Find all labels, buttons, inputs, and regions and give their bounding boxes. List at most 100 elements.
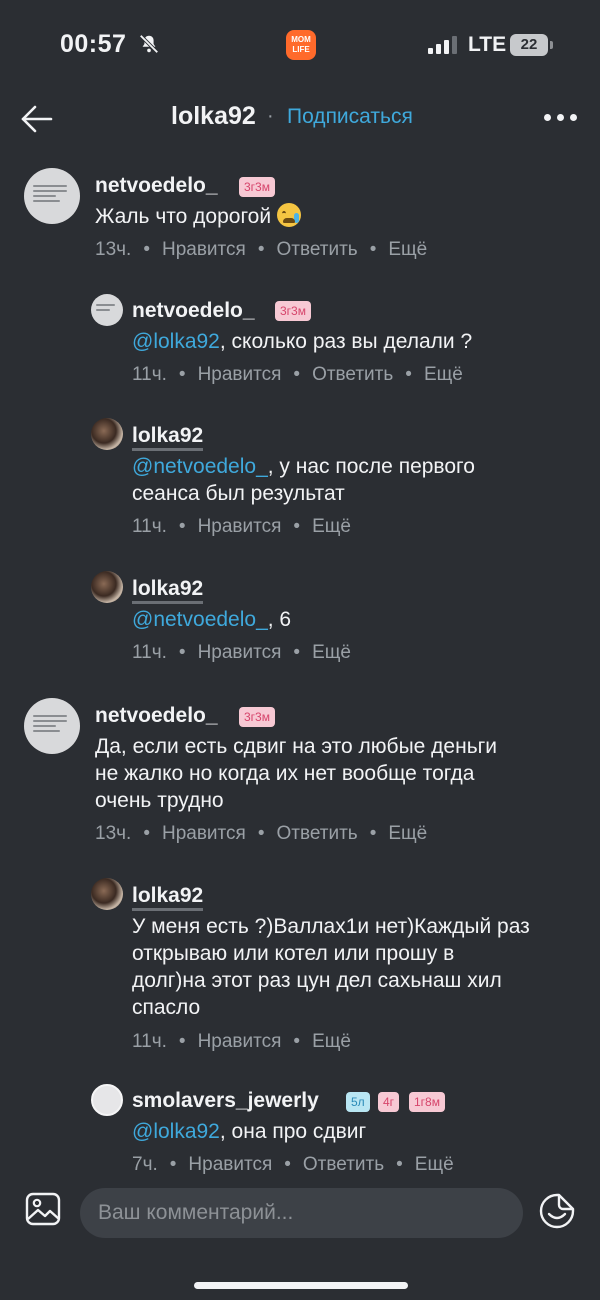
battery-tip <box>550 41 553 49</box>
comment-text-content: Жаль что дорогой <box>95 205 272 228</box>
comment-text: @lolka92, она про сдвиг <box>132 1118 366 1145</box>
comment-composer <box>0 1180 600 1300</box>
profile-title[interactable]: lolka92 <box>171 102 256 131</box>
comment-text-line: спасло <box>132 996 201 1019</box>
image-icon[interactable] <box>25 1192 61 1226</box>
comment-username[interactable]: lolka92 <box>132 884 204 911</box>
comment-text-content: , 6 <box>267 608 292 631</box>
comment-text: Да, если есть сдвиг на это любые деньги … <box>95 733 497 814</box>
like-button[interactable]: Нравится <box>198 516 282 537</box>
reply-button[interactable]: Ответить <box>312 364 393 385</box>
comment-text-line: Да, если есть сдвиг на это любые деньги <box>95 735 498 758</box>
comment-username[interactable]: smolavers_jewerly <box>132 1089 319 1113</box>
avatar[interactable] <box>91 418 123 450</box>
reply-button[interactable]: Ответить <box>276 823 357 844</box>
bell-slash-icon <box>139 34 159 54</box>
status-bar: 00:57 MOM LIFE LTE 22 <box>0 0 600 90</box>
status-badge: 3г3м <box>275 301 311 321</box>
comment-text-content: , сколько раз вы делали ? <box>219 330 473 353</box>
avatar[interactable] <box>91 1084 123 1116</box>
like-button[interactable]: Нравится <box>198 364 282 385</box>
status-badge: 5л <box>346 1092 370 1112</box>
subscribe-button[interactable]: Подписаться <box>287 105 413 129</box>
comment-text-content: , она про сдвиг <box>219 1120 367 1143</box>
avatar[interactable] <box>24 698 80 754</box>
battery-icon: 22 <box>510 34 548 56</box>
like-button[interactable]: Нравится <box>198 1031 282 1052</box>
more-dots-icon[interactable] <box>544 114 578 124</box>
more-button[interactable]: Ещё <box>415 1154 454 1175</box>
comment-input[interactable] <box>80 1188 523 1238</box>
avatar[interactable] <box>91 878 123 910</box>
more-button[interactable]: Ещё <box>312 1031 351 1052</box>
status-time: 00:57 <box>60 30 127 58</box>
comment-text-content: , у нас после первого <box>267 455 475 478</box>
comment: netvoedelo_ 3г3м Да, если есть сдвиг на … <box>0 690 600 855</box>
header: lolka92 · Подписаться <box>0 90 600 146</box>
comment-username[interactable]: netvoedelo_ <box>95 174 218 198</box>
comment-reply: lolka92 @netvoedelo_, у нас после первог… <box>0 410 600 550</box>
comment-meta: 7ч. • Нравится • Ответить • Ещё <box>132 1154 454 1175</box>
like-button[interactable]: Нравится <box>198 642 282 663</box>
like-button[interactable]: Нравится <box>162 823 246 844</box>
comment-time: 11ч. <box>132 1031 167 1052</box>
comment-time: 11ч. <box>132 364 167 385</box>
more-button[interactable]: Ещё <box>388 823 427 844</box>
comment-text: @netvoedelo_, 6 <box>132 606 291 633</box>
status-badge: 1г8м <box>409 1092 445 1112</box>
mention-link[interactable]: @netvoedelo_ <box>132 455 268 478</box>
reply-button[interactable]: Ответить <box>303 1154 384 1175</box>
comment-meta: 11ч. • Нравится • Ещё <box>132 516 351 537</box>
reply-button[interactable]: Ответить <box>276 239 357 260</box>
comment-meta: 13ч. • Нравится • Ответить • Ещё <box>95 823 428 844</box>
comment-time: 7ч. <box>132 1154 158 1175</box>
comment-meta: 11ч. • Нравится • Ещё <box>132 642 351 663</box>
comment-time: 13ч. <box>95 823 132 844</box>
mention-link[interactable]: @lolka92 <box>132 330 220 353</box>
more-button[interactable]: Ещё <box>312 516 351 537</box>
status-badge: 4г <box>378 1092 400 1112</box>
comment-time: 11ч. <box>132 642 167 663</box>
comment-text-line: У меня есть ?)Валлах1и нет)Каждый раз <box>132 915 530 938</box>
comment-text-content: сеанса был результат <box>132 482 345 505</box>
comment-time: 13ч. <box>95 239 132 260</box>
comment-username[interactable]: netvoedelo_ <box>95 704 218 728</box>
comment-text-line: долг)на этот раз цун дел сахьнаш хил <box>132 969 502 992</box>
avatar[interactable] <box>91 571 123 603</box>
avatar[interactable] <box>24 168 80 224</box>
comment-meta: 11ч. • Нравится • Ответить • Ещё <box>132 364 463 385</box>
arrow-left-icon[interactable] <box>20 104 54 134</box>
network-type: LTE <box>468 33 507 56</box>
comment-text-line: очень трудно <box>95 789 224 812</box>
home-indicator[interactable] <box>194 1282 408 1289</box>
comment-username[interactable]: netvoedelo_ <box>132 299 255 323</box>
header-separator: · <box>267 105 274 127</box>
status-badge: 3г3м <box>239 707 275 727</box>
more-button[interactable]: Ещё <box>388 239 427 260</box>
comment-time: 11ч. <box>132 516 167 537</box>
comment-meta: 11ч. • Нравится • Ещё <box>132 1031 351 1052</box>
crying-face-icon <box>276 203 301 227</box>
status-badge: 3г3м <box>239 177 275 197</box>
more-button[interactable]: Ещё <box>312 642 351 663</box>
comment: netvoedelo_ 3г3м Жаль что дорогой 13ч. • Н… <box>0 160 600 280</box>
comment-text: У меня есть ?)Валлах1и нет)Каждый раз от… <box>132 913 530 1021</box>
comment-reply: netvoedelo_ 3г3м @lolka92, сколько раз в… <box>0 285 600 395</box>
comment-text-line: открываю или котел или прошу в <box>132 942 455 965</box>
like-button[interactable]: Нравится <box>188 1154 272 1175</box>
comments-list: netvoedelo_ 3г3м Жаль что дорогой 13ч. • Н… <box>0 160 600 1180</box>
mention-link[interactable]: @lolka92 <box>132 1120 220 1143</box>
comment-text: Жаль что дорогой <box>95 203 301 230</box>
more-button[interactable]: Ещё <box>424 364 463 385</box>
comment-username[interactable]: lolka92 <box>132 577 204 604</box>
avatar[interactable] <box>91 294 123 326</box>
comment-text: @lolka92, сколько раз вы делали ? <box>132 328 472 355</box>
comment-reply: lolka92 @netvoedelo_, 6 11ч. • Нравится • Ещ… <box>0 563 600 673</box>
comment-reply: smolavers_jewerly 5л 4г 1г8м @lolka92, о… <box>0 1075 600 1180</box>
comment-username[interactable]: lolka92 <box>132 424 204 451</box>
sticker-icon[interactable] <box>538 1192 576 1230</box>
comment-text: @netvoedelo_, у нас после первого сеанса… <box>132 453 475 507</box>
like-button[interactable]: Нравится <box>162 239 246 260</box>
comment-text-line: не жалко но когда их нет вообще тогда <box>95 762 475 785</box>
mention-link[interactable]: @netvoedelo_ <box>132 608 268 631</box>
